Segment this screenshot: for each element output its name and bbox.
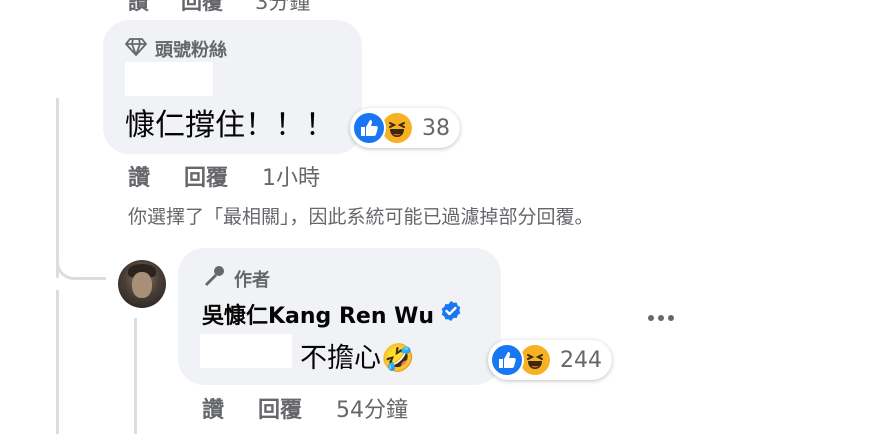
reaction-count: 38 bbox=[422, 115, 450, 141]
thread-line-lower bbox=[56, 290, 59, 434]
mentioned-name-redacted bbox=[200, 334, 292, 368]
microphone-icon bbox=[202, 265, 226, 292]
badge-label: 頭號粉絲 bbox=[155, 40, 227, 61]
diamond-icon bbox=[125, 37, 147, 62]
rofl-emoji: 🤣 bbox=[381, 343, 415, 374]
author-name-text[interactable]: 吳慷仁Kang Ren Wu bbox=[202, 298, 434, 330]
reply-bubble: 作者 吳慷仁Kang Ren Wu 不擔心🤣 bbox=[178, 248, 501, 385]
reaction-count: 244 bbox=[560, 347, 602, 373]
reactions-summary[interactable]: 244 bbox=[488, 340, 612, 380]
reactions-summary[interactable]: 38 bbox=[350, 108, 460, 148]
reply-action[interactable]: 回覆 bbox=[184, 160, 228, 192]
filter-notice: 你選擇了「最相關」，因此系統可能已過濾掉部分回覆。 bbox=[128, 206, 594, 228]
author-badge: 作者 bbox=[202, 265, 270, 292]
like-reaction-icon bbox=[352, 111, 386, 145]
more-dot-icon bbox=[658, 315, 664, 321]
reply-actions: 讚 回覆 54分鐘 bbox=[202, 392, 408, 424]
timestamp[interactable]: 54分鐘 bbox=[336, 392, 408, 424]
comment-text: 慷仁撐住！！！ bbox=[125, 108, 335, 143]
like-reaction-icon bbox=[490, 343, 524, 377]
comment-actions: 讚 回覆 1小時 bbox=[128, 160, 320, 192]
like-action[interactable]: 讚 bbox=[128, 160, 150, 192]
top-fan-badge: 頭號粉絲 bbox=[125, 36, 227, 62]
reply-action[interactable]: 回覆 bbox=[258, 392, 302, 424]
thread-line-curve bbox=[56, 240, 106, 280]
thread-line-reply bbox=[134, 318, 137, 434]
timestamp[interactable]: 1小時 bbox=[262, 160, 320, 192]
avatar[interactable] bbox=[118, 260, 166, 308]
reply-text-body: 不擔心 bbox=[300, 343, 381, 374]
verified-badge-icon bbox=[440, 300, 462, 328]
reply-action[interactable]: 回覆 bbox=[181, 0, 223, 16]
like-action[interactable]: 讚 bbox=[202, 392, 224, 424]
like-action[interactable]: 讚 bbox=[128, 0, 149, 16]
comment-bubble: 頭號粉絲 慷仁撐住！！！ bbox=[103, 20, 362, 154]
more-options-button[interactable] bbox=[644, 305, 678, 331]
badge-label: 作者 bbox=[234, 269, 270, 291]
more-dot-icon bbox=[668, 315, 674, 321]
more-dot-icon bbox=[648, 315, 654, 321]
reply-text: 不擔心🤣 bbox=[300, 336, 415, 375]
timestamp[interactable]: 3分鐘 bbox=[255, 0, 310, 16]
previous-comment-actions: 讚 回覆 3分鐘 bbox=[128, 0, 310, 16]
author-name[interactable]: 吳慷仁Kang Ren Wu bbox=[202, 298, 462, 330]
author-name-redacted bbox=[125, 62, 213, 96]
